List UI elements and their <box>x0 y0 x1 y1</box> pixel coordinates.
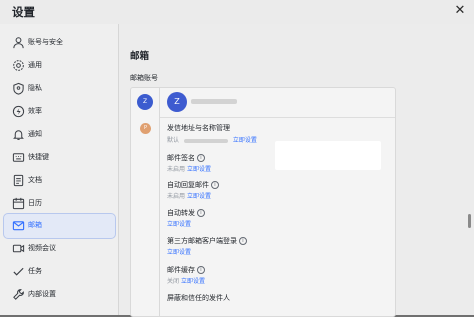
gear-icon <box>13 60 24 71</box>
mail-icon <box>12 221 25 231</box>
sidebar-item-mail[interactable]: 邮箱 <box>3 213 116 239</box>
bell-icon <box>13 130 24 140</box>
sidebar-item-label: 邮箱 <box>28 221 42 229</box>
document-icon <box>13 174 24 187</box>
setting-signature-title: 邮件签名 i <box>167 153 205 163</box>
setting-blocked-trusted-senders-title: 屏蔽和信任的发件人 <box>167 294 230 302</box>
keyboard-icon <box>12 153 25 162</box>
setting-third-party-client-label: 第三方邮箱客户端登录 <box>167 237 237 245</box>
sidebar-item-label: 文档 <box>28 176 42 184</box>
setting-third-party-client-link[interactable]: 立即设置 <box>167 249 191 256</box>
setting-sender-address-prefix: 默认 <box>167 137 180 144</box>
sidebar-item-tasks[interactable]: 任务 <box>4 260 115 284</box>
sidebar-item-label: 内部设置 <box>28 290 56 298</box>
info-icon[interactable]: i <box>197 154 205 162</box>
sidebar-item-label: 账号与安全 <box>28 38 63 46</box>
setting-sender-address-title: 发信地址与名称管理 <box>167 124 230 132</box>
setting-auto-forward-title: 自动转发 i <box>167 208 205 218</box>
sidebar-item-privacy[interactable]: 隐私 <box>4 77 115 101</box>
current-account-avatar: Z <box>167 92 187 112</box>
sidebar-item-calendar[interactable]: 日历 <box>4 192 115 216</box>
setting-signature-sub: 未启用 立即设置 <box>167 164 211 173</box>
sidebar-item-label: 快捷键 <box>28 153 49 161</box>
sidebar-item-label: 通用 <box>28 61 42 69</box>
bolt-icon <box>12 105 25 118</box>
setting-auto-reply-link[interactable]: 立即设置 <box>187 193 211 200</box>
video-icon <box>12 244 25 253</box>
sidebar-item-video-meetings[interactable]: 视频会议 <box>4 237 115 261</box>
sidebar-item-general[interactable]: 通用 <box>4 54 115 78</box>
setting-mail-cache-title: 邮件缓存 i <box>167 265 205 275</box>
setting-auto-reply-sub: 未启用 立即设置 <box>167 191 211 200</box>
setting-signature-link[interactable]: 立即设置 <box>187 166 211 173</box>
setting-third-party-client-sub: 立即设置 <box>167 247 191 256</box>
sidebar-item-account-security[interactable]: 账号与安全 <box>4 31 115 55</box>
wrench-icon <box>13 289 24 300</box>
scrollbar-thumb[interactable] <box>468 214 471 228</box>
setting-mail-cache-link[interactable]: 立即设置 <box>181 278 205 285</box>
panel-divider <box>160 117 395 118</box>
sidebar-item-internal-settings[interactable]: 内部设置 <box>4 283 115 307</box>
sidebar-item-docs[interactable]: 文档 <box>4 169 115 193</box>
setting-signature-status: 未启用 <box>167 166 186 173</box>
sender-address-highlight <box>275 141 381 170</box>
sidebar-item-notifications[interactable]: 通知 <box>4 123 115 147</box>
setting-auto-forward-label: 自动转发 <box>167 209 195 217</box>
info-icon[interactable]: i <box>197 266 205 274</box>
sender-address-redacted <box>183 138 228 143</box>
setting-signature-label: 邮件签名 <box>167 154 195 162</box>
account-avatar-p[interactable]: P <box>140 123 151 134</box>
setting-mail-cache-sub: 关闭 立即设置 <box>167 276 205 285</box>
setting-auto-forward-sub: 立即设置 <box>167 219 191 228</box>
setting-auto-forward-link[interactable]: 立即设置 <box>167 221 191 228</box>
sidebar-item-label: 视频会议 <box>28 244 56 252</box>
sidebar-item-shortcuts[interactable]: 快捷键 <box>4 146 115 170</box>
setting-mail-cache-status: 关闭 <box>167 278 180 285</box>
window-title: 设置 <box>12 5 35 19</box>
sidebar-item-label: 效率 <box>28 107 42 115</box>
calendar-icon <box>12 197 25 210</box>
section-label-mail-accounts: 邮箱账号 <box>130 74 158 82</box>
info-icon[interactable]: i <box>211 181 219 189</box>
setting-third-party-client-title: 第三方邮箱客户端登录 i <box>167 236 247 246</box>
sidebar: 账号与安全 通用 隐私 效率 通知 快捷键 文档 日历 邮箱 视频会议 任务 内… <box>0 24 118 315</box>
account-email-redacted <box>191 99 237 104</box>
info-icon[interactable]: i <box>197 209 205 217</box>
sidebar-item-label: 隐私 <box>28 84 42 92</box>
person-icon <box>13 37 24 49</box>
main-content: 邮箱 邮箱账号 Z P Z 发信地址与名称管理 默认 立即设置 邮件签名 i 未启… <box>119 24 474 317</box>
page-title: 邮箱 <box>130 51 150 62</box>
setting-auto-reply-label: 自动回复邮件 <box>167 181 209 189</box>
setting-auto-reply-status: 未启用 <box>167 193 186 200</box>
setting-sender-address-sub: 默认 立即设置 <box>167 135 257 144</box>
shield-icon <box>13 82 24 95</box>
sidebar-item-efficiency[interactable]: 效率 <box>4 100 115 124</box>
sidebar-item-label: 日历 <box>28 199 42 207</box>
close-icon[interactable]: ✕ <box>452 3 468 19</box>
check-icon <box>13 267 24 276</box>
setting-mail-cache-label: 邮件缓存 <box>167 266 195 274</box>
sidebar-item-label: 任务 <box>28 267 42 275</box>
account-list: Z P <box>131 88 160 316</box>
account-avatar-z[interactable]: Z <box>137 94 153 110</box>
setting-sender-address-link[interactable]: 立即设置 <box>233 137 257 144</box>
title-bar: 设置 ✕ <box>0 0 474 24</box>
sidebar-item-label: 通知 <box>28 130 42 138</box>
setting-auto-reply-title: 自动回复邮件 i <box>167 180 219 190</box>
info-icon[interactable]: i <box>239 237 247 245</box>
